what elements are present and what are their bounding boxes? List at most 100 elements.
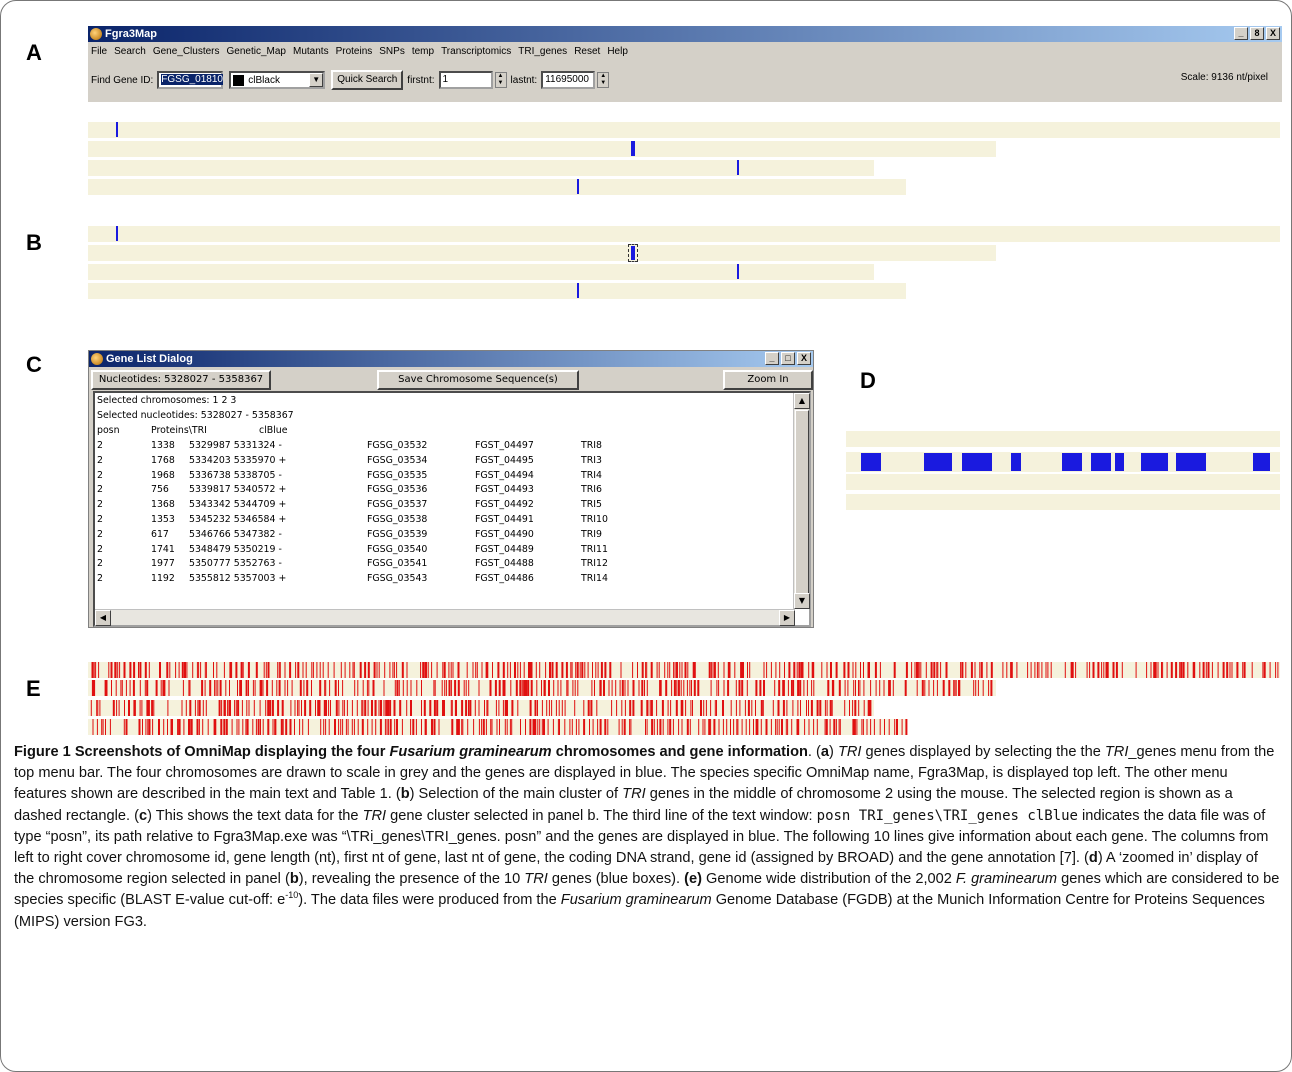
species-specific-gene-mark (242, 719, 244, 735)
species-specific-gene-mark (433, 680, 435, 696)
species-specific-gene-mark (835, 719, 837, 735)
species-specific-gene-mark (198, 700, 201, 716)
species-specific-gene-mark (279, 662, 281, 678)
species-specific-gene-mark (884, 719, 885, 735)
species-specific-gene-mark (623, 719, 626, 735)
species-specific-gene-mark (826, 700, 828, 716)
species-specific-gene-mark (502, 700, 504, 716)
species-specific-gene-mark (1194, 662, 1196, 678)
species-specific-gene-mark (723, 662, 725, 678)
species-specific-gene-mark (576, 662, 579, 678)
species-specific-gene-mark (744, 700, 746, 716)
species-specific-gene-mark (1011, 662, 1013, 678)
species-specific-gene-mark (948, 680, 951, 696)
species-specific-gene-mark (387, 700, 389, 716)
species-specific-gene-mark (188, 680, 190, 696)
species-specific-gene-mark (1064, 662, 1066, 678)
species-specific-gene-mark (523, 662, 525, 678)
species-specific-gene-mark (255, 719, 257, 735)
species-specific-gene-mark (603, 680, 605, 696)
species-specific-gene-mark (442, 700, 444, 716)
species-specific-gene-mark (476, 662, 478, 678)
species-specific-gene-mark (925, 662, 927, 678)
species-specific-gene-mark (624, 700, 626, 716)
caption-b-label: b (289, 871, 299, 888)
species-specific-gene-mark (144, 680, 146, 696)
species-specific-gene-mark (819, 700, 822, 716)
species-specific-gene-mark (571, 719, 573, 735)
species-specific-gene-mark (829, 719, 831, 735)
species-specific-gene-mark (353, 662, 355, 678)
species-specific-gene-mark (401, 662, 404, 678)
species-specific-gene-mark (529, 662, 530, 678)
species-specific-gene-mark (584, 662, 586, 678)
species-specific-gene-mark (799, 680, 802, 696)
species-specific-gene-mark (207, 719, 209, 735)
species-specific-gene-mark (813, 719, 815, 735)
species-specific-gene-mark (353, 719, 355, 735)
species-specific-gene-mark (95, 662, 97, 678)
species-specific-gene-mark (227, 700, 229, 716)
species-specific-gene-mark (177, 719, 179, 735)
species-specific-gene-mark (1262, 662, 1264, 678)
species-specific-gene-mark (182, 680, 184, 696)
species-specific-gene-mark (798, 719, 800, 735)
species-specific-gene-mark (759, 680, 762, 696)
species-specific-gene-mark (441, 680, 443, 696)
species-specific-gene-mark (456, 700, 457, 716)
species-specific-gene-mark (781, 719, 783, 735)
species-specific-gene-mark (561, 662, 564, 678)
species-specific-gene-mark (572, 680, 574, 696)
species-specific-gene-mark (839, 719, 841, 735)
species-specific-gene-mark (1150, 662, 1152, 678)
species-specific-gene-mark (757, 719, 759, 735)
species-specific-gene-mark (924, 680, 926, 696)
species-specific-gene-mark (697, 680, 700, 696)
species-specific-gene-mark (198, 719, 200, 735)
species-specific-gene-mark (255, 662, 258, 678)
species-specific-gene-mark (345, 719, 347, 735)
species-specific-gene-mark (342, 719, 344, 735)
species-specific-gene-mark (729, 662, 731, 678)
species-specific-gene-mark (930, 662, 933, 678)
species-specific-gene-mark (1182, 662, 1185, 678)
species-specific-gene-mark (638, 680, 640, 696)
species-specific-gene-mark (1243, 662, 1246, 678)
species-specific-gene-mark (380, 700, 382, 716)
species-specific-gene-mark (387, 719, 389, 735)
species-specific-gene-mark (323, 719, 325, 735)
species-specific-gene-mark (686, 680, 688, 696)
species-specific-gene-mark (487, 700, 489, 716)
species-specific-gene-mark (535, 719, 537, 735)
species-specific-gene-mark (905, 719, 908, 735)
species-specific-gene-mark (862, 719, 864, 735)
species-specific-gene-mark (630, 719, 632, 735)
species-specific-gene-mark (401, 719, 403, 735)
species-specific-gene-mark (856, 719, 858, 735)
species-specific-gene-mark (548, 680, 550, 696)
species-specific-gene-mark (1092, 662, 1095, 678)
species-specific-gene-mark (541, 719, 543, 735)
species-specific-gene-mark (452, 662, 454, 678)
species-specific-gene-mark (945, 662, 948, 678)
species-specific-gene-mark (863, 680, 865, 696)
species-specific-gene-mark (491, 719, 493, 735)
species-specific-gene-mark (977, 680, 979, 696)
species-specific-gene-mark (457, 662, 460, 678)
species-specific-gene-mark (779, 662, 781, 678)
species-specific-gene-mark (442, 662, 444, 678)
species-specific-gene-mark (541, 680, 542, 696)
species-specific-gene-mark (217, 680, 219, 696)
species-specific-gene-mark (510, 680, 512, 696)
caption-species: Fusarium graminearum (560, 892, 712, 909)
species-specific-gene-mark (917, 662, 919, 678)
species-specific-gene-mark (619, 680, 621, 696)
species-specific-gene-mark (186, 662, 188, 678)
species-specific-gene-mark (189, 719, 191, 735)
species-specific-gene-mark (747, 700, 750, 716)
species-specific-gene-mark (320, 719, 322, 735)
species-specific-gene-mark (1231, 662, 1233, 678)
species-specific-gene-mark (172, 719, 173, 735)
species-specific-gene-mark (448, 680, 451, 696)
species-specific-gene-mark (763, 680, 765, 696)
